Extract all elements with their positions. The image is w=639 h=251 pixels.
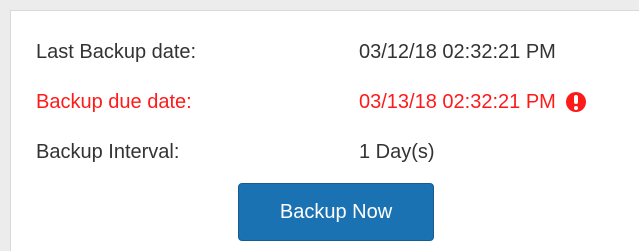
backup-interval-text: 1 Day(s): [359, 141, 435, 163]
backup-interval-row: Backup Interval: 1 Day(s): [11, 138, 639, 166]
exclamation-circle-icon: [565, 92, 586, 112]
backup-due-label: Backup due date:: [36, 91, 192, 113]
backup-due-value: 03/13/18 02:32:21 PM: [359, 88, 586, 116]
backup-interval-value: 1 Day(s): [359, 138, 435, 166]
backup-status-panel: Last Backup date: 03/12/18 02:32:21 PM B…: [10, 10, 639, 251]
last-backup-label: Last Backup date:: [36, 41, 197, 63]
backup-due-row: Backup due date: 03/13/18 02:32:21 PM: [11, 88, 639, 116]
last-backup-value: 03/12/18 02:32:21 PM: [359, 38, 556, 66]
last-backup-row: Last Backup date: 03/12/18 02:32:21 PM: [11, 38, 639, 66]
backup-due-date: 03/13/18 02:32:21 PM: [359, 91, 556, 113]
last-backup-date: 03/12/18 02:32:21 PM: [359, 41, 556, 63]
backup-now-button[interactable]: Backup Now: [238, 183, 434, 241]
backup-interval-label: Backup Interval:: [36, 141, 180, 163]
